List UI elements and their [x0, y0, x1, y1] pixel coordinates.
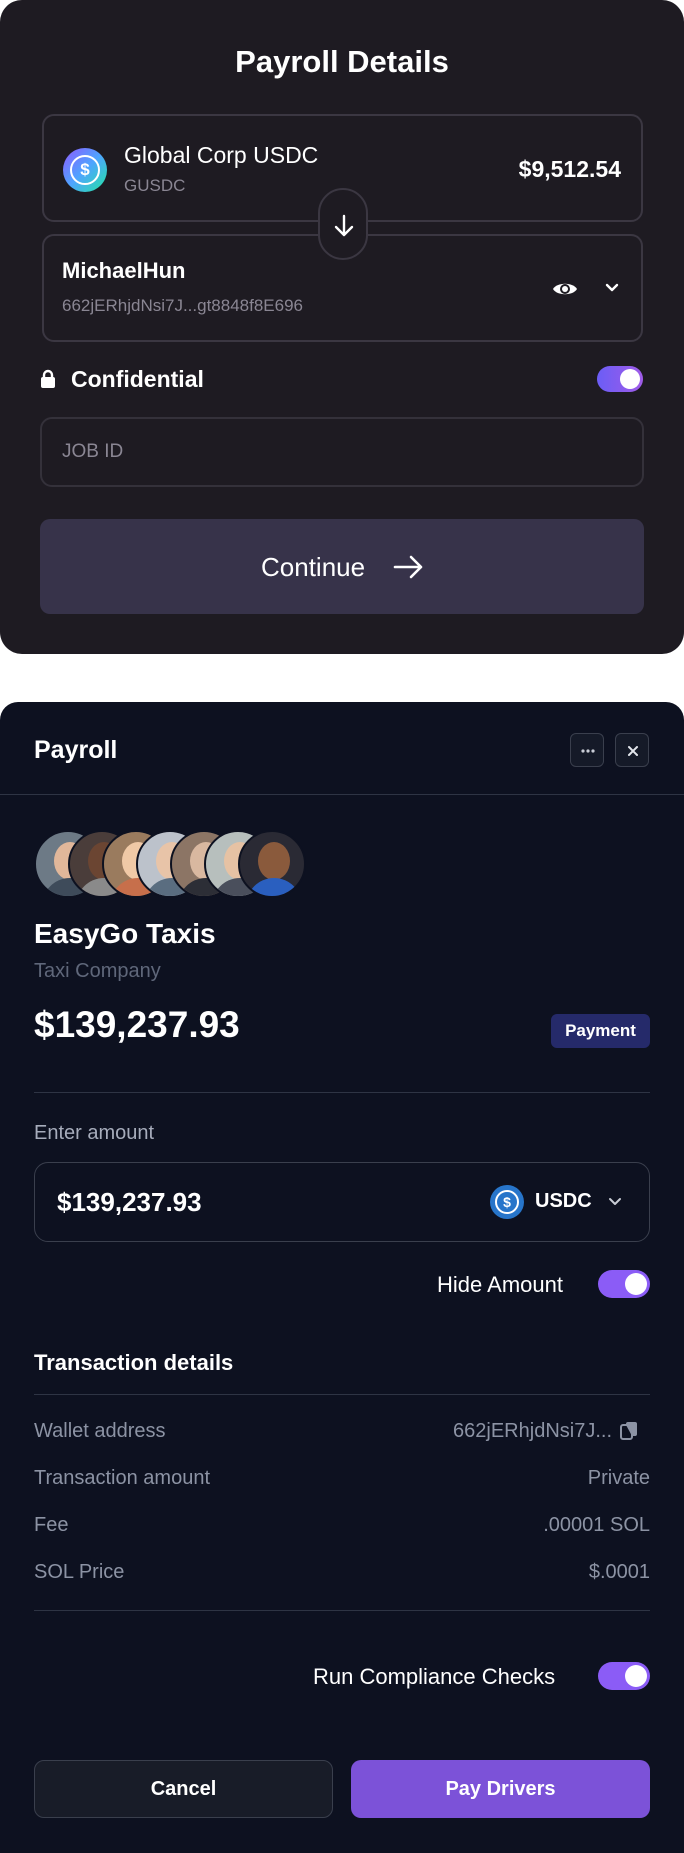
amount-value[interactable]: $139,237.93 — [57, 1187, 202, 1218]
payroll-details-card: Payroll Details $ Global Corp USDC GUSDC… — [0, 0, 684, 654]
confidential-label: Confidential — [71, 366, 204, 392]
avatar — [238, 830, 306, 898]
sol-price-label: SOL Price — [34, 1561, 125, 1583]
swap-button[interactable] — [318, 188, 368, 260]
recipient-address: 662jERhjdNsi7J...gt8848f8E696 — [62, 296, 303, 315]
transaction-details-title: Transaction details — [34, 1350, 234, 1375]
company-type: Taxi Company — [34, 960, 161, 982]
panel-title: Payroll — [34, 736, 118, 764]
wallet-address-label: Wallet address — [34, 1420, 166, 1442]
section-divider — [34, 1092, 650, 1093]
compliance-toggle[interactable] — [598, 1662, 650, 1690]
hide-amount-label: Hide Amount — [437, 1272, 563, 1297]
more-button[interactable] — [570, 733, 604, 767]
continue-label: Continue — [261, 552, 366, 582]
from-account-balance: $9,512.54 — [518, 156, 621, 182]
company-name: EasyGo Taxis — [34, 918, 216, 949]
header-divider — [0, 794, 684, 795]
pay-drivers-button[interactable]: Pay Drivers — [351, 1760, 650, 1818]
total-amount: $139,237.93 — [34, 1004, 240, 1045]
transaction-amount-value: Private — [587, 1467, 650, 1489]
fee-label: Fee — [34, 1514, 69, 1536]
lock-icon — [41, 369, 55, 388]
usdc-icon: $ — [63, 148, 107, 192]
section-divider — [34, 1610, 650, 1611]
transaction-divider — [34, 1394, 650, 1395]
chevron-down-icon[interactable] — [607, 1196, 623, 1208]
recipient-name: MichaelHun — [62, 258, 186, 283]
arrow-right-icon — [393, 555, 423, 579]
confidential-toggle[interactable] — [597, 366, 643, 392]
hide-amount-toggle[interactable] — [598, 1270, 650, 1298]
currency-select[interactable]: USDC — [535, 1190, 592, 1213]
transaction-amount-label: Transaction amount — [34, 1467, 211, 1489]
card-title: Payroll Details — [235, 44, 449, 79]
copy-icon[interactable] — [620, 1421, 638, 1441]
eye-icon[interactable] — [552, 280, 578, 298]
fee-value: .00001 SOL — [543, 1514, 650, 1536]
job-id-input[interactable] — [40, 417, 644, 487]
payment-badge: Payment — [551, 1014, 650, 1048]
enter-amount-label: Enter amount — [34, 1122, 155, 1144]
usdc-icon: $ — [490, 1185, 524, 1219]
continue-button[interactable]: Continue — [40, 519, 644, 614]
sol-price-value: $.0001 — [588, 1561, 650, 1583]
close-icon — [628, 746, 638, 756]
from-account-symbol: GUSDC — [124, 176, 186, 195]
compliance-label: Run Compliance Checks — [313, 1664, 556, 1689]
from-account-name: Global Corp USDC — [124, 142, 319, 168]
amount-input[interactable]: $139,237.93 $ USDC — [34, 1162, 650, 1242]
arrow-down-icon — [334, 214, 354, 237]
chevron-down-icon[interactable] — [604, 282, 620, 294]
cancel-button[interactable]: Cancel — [34, 1760, 333, 1818]
close-button[interactable] — [615, 733, 649, 767]
payroll-panel: Payroll EasyGo Taxis Taxi Company $139,2… — [0, 702, 684, 1853]
more-icon — [581, 749, 595, 753]
wallet-address-value: 662jERhjdNsi7J... — [453, 1420, 612, 1442]
